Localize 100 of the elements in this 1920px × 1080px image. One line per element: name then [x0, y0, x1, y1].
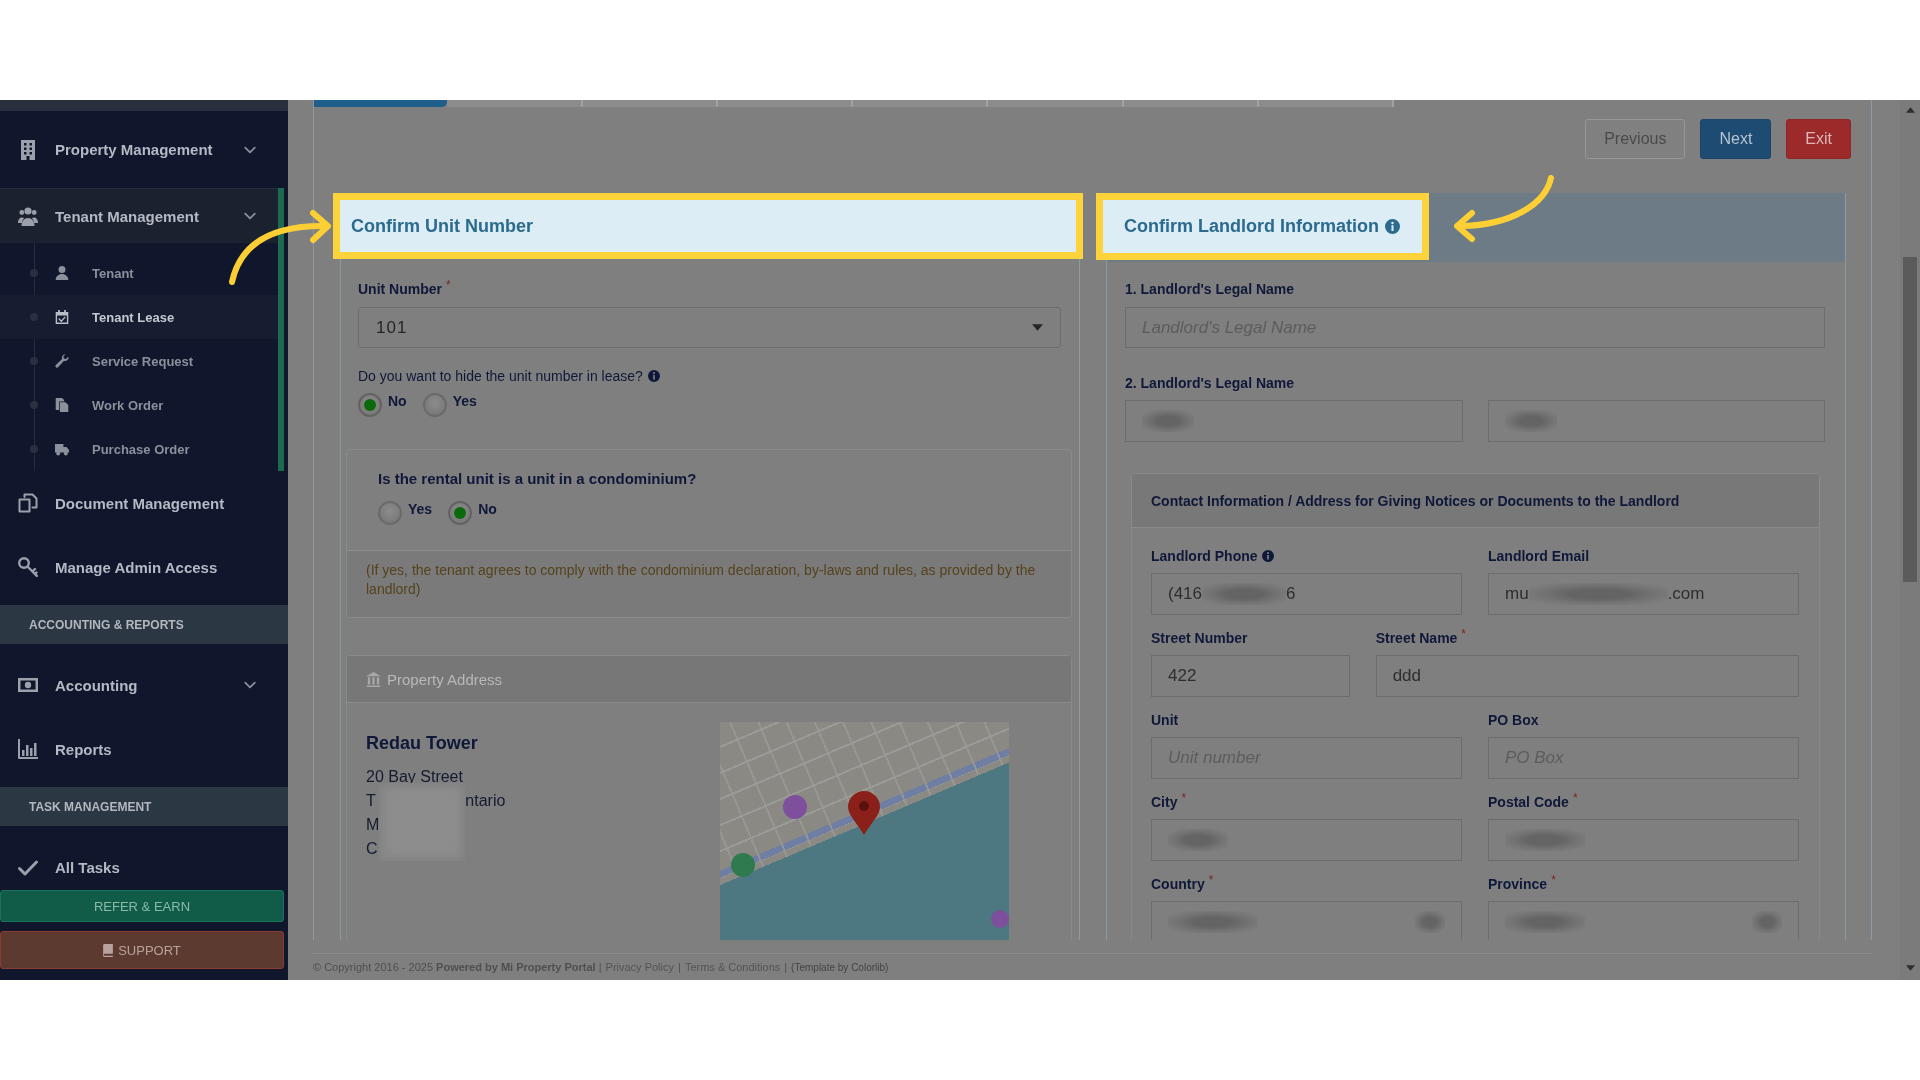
field-label: Landlord Email	[1488, 547, 1590, 566]
question-text: Is the rental unit is a unit in a condominium?	[378, 469, 698, 489]
required-asterisk: *	[446, 279, 451, 291]
sidebar-menu-item[interactable]: Tenant Management	[0, 188, 278, 243]
banknote-icon	[18, 678, 38, 692]
input-field[interactable]: (416 6	[1151, 573, 1462, 615]
radio-label[interactable]: Yes	[408, 501, 433, 517]
bank-icon	[366, 671, 381, 687]
field-label: Street Number	[1151, 629, 1248, 648]
exit-button[interactable]: Exit	[1786, 119, 1851, 159]
field-label: Street Name	[1375, 629, 1458, 648]
key-icon	[18, 557, 38, 577]
wizard-step-tab[interactable]	[853, 100, 989, 107]
submenu-item[interactable]: Work Order	[0, 383, 278, 427]
input-field[interactable]	[1125, 400, 1463, 442]
input-field[interactable]	[1151, 819, 1462, 861]
select-field[interactable]	[1151, 901, 1462, 940]
refer-earn-button[interactable]: REFER & EARN	[0, 890, 284, 922]
chevron-down-icon	[244, 145, 256, 154]
input-field[interactable]: 422	[1151, 655, 1350, 697]
files-icon	[55, 398, 69, 412]
next-button[interactable]: Next	[1700, 119, 1772, 159]
required-asterisk: *	[1572, 792, 1578, 804]
radio-button[interactable]	[448, 501, 473, 525]
input-field[interactable]: mu .com	[1488, 573, 1799, 615]
radio-label[interactable]: Yes	[452, 393, 477, 409]
select-field[interactable]	[1488, 901, 1799, 940]
redaction-blur	[1142, 410, 1194, 432]
address-text: ntario	[465, 791, 506, 811]
documents-icon	[18, 493, 38, 513]
redaction-blur	[1752, 911, 1782, 933]
wizard-step-tab[interactable]	[717, 100, 853, 107]
checkmark-icon	[18, 860, 38, 876]
poi-marker-icon	[731, 853, 755, 877]
wizard-step-tab[interactable]	[988, 100, 1124, 107]
field-label: City	[1151, 793, 1178, 812]
sidebar-menu-item[interactable]: Document Management	[0, 471, 288, 535]
field-label: Unit Number	[358, 280, 442, 299]
field-label: Province	[1488, 875, 1548, 894]
input-field[interactable]: ddd	[1375, 655, 1799, 697]
field-label: Landlord Phone	[1151, 547, 1258, 566]
address-text: 20 Bay Street	[366, 767, 464, 787]
field-label: PO Box	[1488, 711, 1539, 730]
property-name: Redau Tower	[366, 732, 479, 755]
radio-button[interactable]	[422, 393, 447, 417]
input-field[interactable]	[1487, 400, 1825, 442]
address-text: M	[366, 815, 380, 835]
wizard-step-tab[interactable]	[1258, 100, 1394, 107]
sidebar-menu-item[interactable]: Property Management	[0, 111, 288, 188]
radio-button[interactable]	[358, 393, 382, 417]
field-label: Unit	[1151, 711, 1179, 730]
wrench-icon	[55, 354, 69, 368]
scrollbar-thumb[interactable]	[1903, 257, 1917, 582]
submenu-item[interactable]: Service Request	[0, 339, 278, 383]
sidebar-section-heading: ACCOUNTING & REPORTS	[0, 605, 288, 644]
input-field[interactable]	[1488, 819, 1799, 861]
sidebar-section-heading: TASK MANAGEMENT	[0, 787, 288, 826]
poi-marker-icon	[783, 795, 807, 819]
scroll-up-icon	[1905, 107, 1915, 113]
bar-chart-icon	[18, 739, 38, 759]
tree-dot-icon	[30, 357, 38, 365]
required-asterisk: *	[1551, 874, 1556, 886]
field-label: Postal Code	[1488, 793, 1569, 812]
wizard-step-tab[interactable]	[582, 100, 718, 107]
required-asterisk: *	[1461, 628, 1467, 640]
person-icon	[55, 266, 69, 280]
address-text: C	[366, 839, 379, 859]
wizard-step-tab[interactable]	[447, 100, 583, 107]
sidebar-menu-item[interactable]: Reports	[0, 717, 288, 781]
sidebar-menu-item[interactable]: Accounting	[0, 653, 288, 717]
redaction-blur	[1168, 829, 1228, 851]
tree-dot-icon	[30, 445, 38, 453]
tree-dot-icon	[30, 401, 38, 409]
submenu-item[interactable]: Purchase Order	[0, 427, 278, 471]
radio-button[interactable]	[378, 501, 402, 525]
field-label: 2. Landlord's Legal Name	[1125, 374, 1295, 393]
required-asterisk: *	[1181, 792, 1187, 804]
sidebar-menu-item[interactable]: Manage Admin Access	[0, 535, 288, 599]
box-title: Property Address	[387, 670, 503, 688]
chevron-down-icon	[244, 212, 256, 220]
truck-icon	[55, 442, 69, 456]
users-icon	[18, 206, 38, 226]
submenu-item[interactable]: Tenant	[0, 251, 278, 295]
wizard-step-tab[interactable]	[314, 100, 448, 107]
unit-number-select[interactable]: 101	[358, 307, 1061, 348]
radio-label[interactable]: No	[478, 501, 497, 517]
box-title: Contact Information / Address for Giving Notices or Documents to the Landlord	[1151, 492, 1680, 509]
radio-label[interactable]: No	[388, 393, 407, 409]
tree-dot-icon	[30, 269, 38, 277]
caret-down-icon	[1032, 324, 1043, 331]
redaction-blur	[1504, 410, 1557, 432]
field-label: 1. Landlord's Legal Name	[1125, 280, 1295, 299]
support-button[interactable]: SUPPORT	[0, 931, 284, 969]
address-text: T	[366, 791, 377, 811]
sidebar-menu-item[interactable]: All Tasks	[0, 835, 288, 890]
submenu-item[interactable]: Tenant Lease	[0, 295, 278, 339]
scrollbar[interactable]	[1900, 100, 1920, 980]
question-text: Do you want to hide the unit number in lease?	[358, 367, 643, 385]
wizard-step-tab[interactable]	[1123, 100, 1259, 107]
poi-marker-icon	[991, 910, 1009, 928]
